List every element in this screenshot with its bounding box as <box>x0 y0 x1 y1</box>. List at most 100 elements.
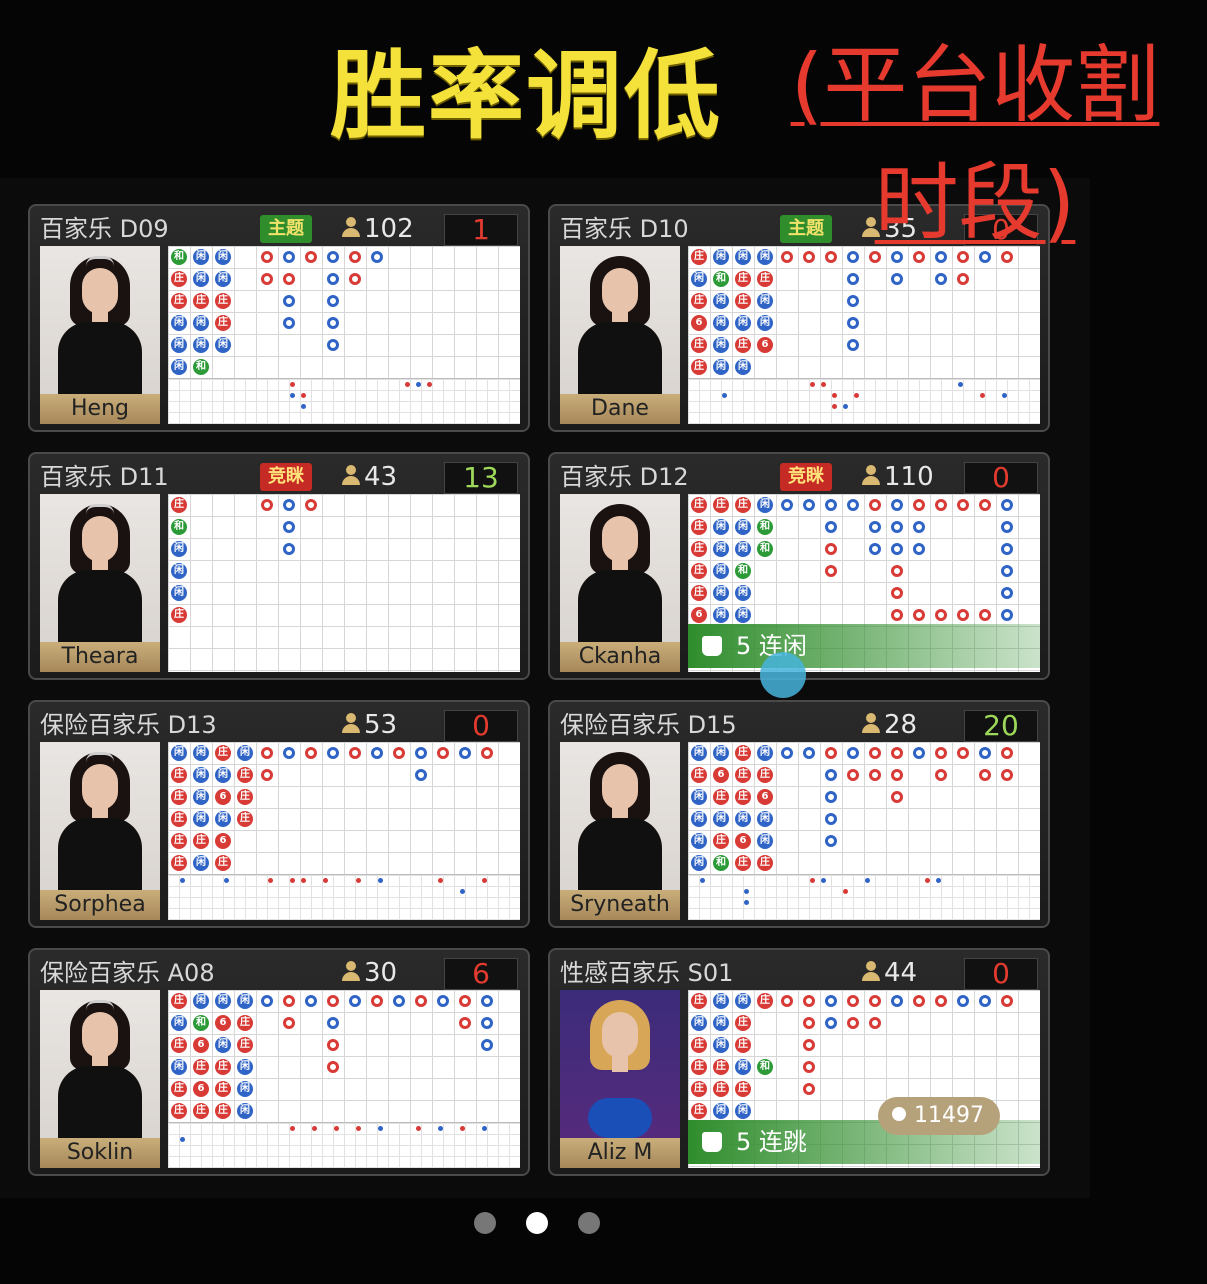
card-header: 保险百家乐 D13 53 0 <box>40 708 518 742</box>
streak-text: 5 连跳 <box>736 1128 807 1156</box>
player-bead: 闲 <box>691 271 707 287</box>
banker-ring <box>935 995 947 1007</box>
banker-ring <box>891 747 903 759</box>
person-icon <box>342 465 360 485</box>
player-ring <box>869 543 881 555</box>
mini-marker <box>700 878 705 883</box>
card-header: 百家乐 D11 竞眯 43 13 <box>40 460 518 494</box>
player-ring <box>891 521 903 533</box>
table-card-s01[interactable]: 性感百家乐 S01 44 0 Aliz M 庄 闲 闲 庄 闲 闲 庄 庄 闲 … <box>548 948 1050 1176</box>
player-ring <box>1001 521 1013 533</box>
banker-bead: 庄 <box>735 1037 751 1053</box>
banker-bead: 庄 <box>713 497 729 513</box>
player-bead: 闲 <box>215 993 231 1009</box>
dealer-photo: Sryneath <box>560 742 680 920</box>
player-ring <box>283 543 295 555</box>
player-bead: 闲 <box>757 315 773 331</box>
player-ring <box>481 1017 493 1029</box>
road-map[interactable]: 庄 闲 闲 闲 闲 和 庄 庄 庄 闲 庄 闲 6 闲 闲 闲 庄 闲 庄 6 … <box>688 246 1040 424</box>
banker-ring <box>957 609 969 621</box>
table-card-d11[interactable]: 百家乐 D11 竞眯 43 13 Theara 庄 和 闲 闲 闲 庄 <box>28 452 530 680</box>
banker-bead: 庄 <box>735 789 751 805</box>
mini-marker <box>323 878 328 883</box>
player-bead: 闲 <box>735 541 751 557</box>
banker-ring <box>327 995 339 1007</box>
player-bead: 闲 <box>215 271 231 287</box>
road-map[interactable]: 庄 和 闲 闲 闲 庄 <box>168 494 520 672</box>
mini-marker <box>224 878 229 883</box>
banker-ring <box>327 1061 339 1073</box>
road-map[interactable]: 庄 闲 闲 闲 闲 和 6 庄 庄 6 闲 庄 闲 庄 庄 闲 庄 6 庄 闲 … <box>168 990 520 1168</box>
player-bead: 闲 <box>171 563 187 579</box>
headline: 胜率调低 <box>330 40 722 152</box>
player-bead: 闲 <box>713 745 729 761</box>
table-name: 百家乐 D09 <box>40 215 169 243</box>
banker-ring <box>261 273 273 285</box>
table-card-a08[interactable]: 保险百家乐 A08 30 6 Soklin 庄 闲 闲 闲 闲 和 6 庄 庄 … <box>28 948 530 1176</box>
dealer-name: Sorphea <box>40 890 160 920</box>
player-bead: 闲 <box>171 585 187 601</box>
banker-ring <box>305 499 317 511</box>
table-card-d13[interactable]: 保险百家乐 D13 53 0 Sorphea 闲 闲 庄 闲 庄 闲 闲 庄 庄… <box>28 700 530 928</box>
table-card-d09[interactable]: 百家乐 D09 主题 102 1 Heng 和 闲 闲 庄 闲 闲 庄 庄 庄 … <box>28 204 530 432</box>
mini-marker <box>843 404 848 409</box>
banker-ring <box>935 747 947 759</box>
banker-bead: 庄 <box>691 993 707 1009</box>
player-bead: 闲 <box>713 585 729 601</box>
online-count-pill[interactable]: 11497 <box>878 1097 1000 1135</box>
player-count: 110 <box>862 460 934 494</box>
banker-bead: 6 <box>193 1081 209 1097</box>
banker-bead: 庄 <box>713 789 729 805</box>
player-bead: 闲 <box>735 1103 751 1119</box>
table-name: 百家乐 D10 <box>560 215 689 243</box>
player-bead: 闲 <box>713 519 729 535</box>
table-card-d15[interactable]: 保险百家乐 D15 28 20 Sryneath 闲 闲 庄 闲 庄 6 庄 庄… <box>548 700 1050 928</box>
streak-banner[interactable]: 5 连闲 <box>688 624 1040 668</box>
page-dot-3[interactable] <box>578 1212 600 1234</box>
tiara-icon <box>86 752 114 763</box>
banker-ring <box>803 1039 815 1051</box>
mini-marker <box>744 900 749 905</box>
tie-bead: 和 <box>171 519 187 535</box>
player-bead: 闲 <box>735 249 751 265</box>
mini-marker <box>301 393 306 398</box>
dealer-photo: Dane <box>560 246 680 424</box>
player-ring <box>481 1039 493 1051</box>
banker-bead: 庄 <box>193 1103 209 1119</box>
mini-marker <box>980 393 985 398</box>
banker-bead: 庄 <box>735 1015 751 1031</box>
road-map[interactable]: 闲 闲 庄 闲 庄 6 庄 庄 闲 庄 庄 6 闲 闲 闲 闲 闲 庄 6 闲 … <box>688 742 1040 920</box>
tie-bead: 和 <box>193 1015 209 1031</box>
road-map[interactable]: 闲 闲 庄 闲 庄 闲 闲 庄 庄 闲 6 庄 庄 闲 闲 庄 庄 庄 6 庄 … <box>168 742 520 920</box>
derived-roads <box>168 378 520 424</box>
banker-bead: 庄 <box>215 293 231 309</box>
score-box: 0 <box>964 958 1038 990</box>
mini-marker <box>416 382 421 387</box>
banker-ring <box>935 499 947 511</box>
banker-bead: 6 <box>713 767 729 783</box>
player-bead: 闲 <box>193 767 209 783</box>
player-bead: 闲 <box>691 833 707 849</box>
player-ring <box>481 995 493 1007</box>
table-card-d12[interactable]: 百家乐 D12 竞眯 110 0 Ckanha 庄 庄 庄 闲 庄 闲 闲 和 … <box>548 452 1050 680</box>
player-bead: 闲 <box>713 607 729 623</box>
mini-marker <box>865 878 870 883</box>
banker-bead: 庄 <box>691 541 707 557</box>
banker-bead: 6 <box>691 607 707 623</box>
derived-roads <box>168 874 520 920</box>
road-map[interactable]: 和 闲 闲 庄 闲 闲 庄 庄 庄 闲 闲 庄 闲 闲 闲 闲 和 <box>168 246 520 424</box>
banker-bead: 庄 <box>171 767 187 783</box>
mini-marker <box>268 878 273 883</box>
player-bead: 闲 <box>713 811 729 827</box>
player-ring <box>327 1017 339 1029</box>
player-bead: 闲 <box>735 607 751 623</box>
page-dot-1[interactable] <box>474 1212 496 1234</box>
tie-bead: 和 <box>735 563 751 579</box>
person-icon <box>862 961 880 981</box>
banker-ring <box>481 747 493 759</box>
player-count: 53 <box>342 708 397 742</box>
page-dot-2[interactable] <box>526 1212 548 1234</box>
player-bead: 闲 <box>193 315 209 331</box>
player-ring <box>327 317 339 329</box>
score-box: 1 <box>444 214 518 246</box>
